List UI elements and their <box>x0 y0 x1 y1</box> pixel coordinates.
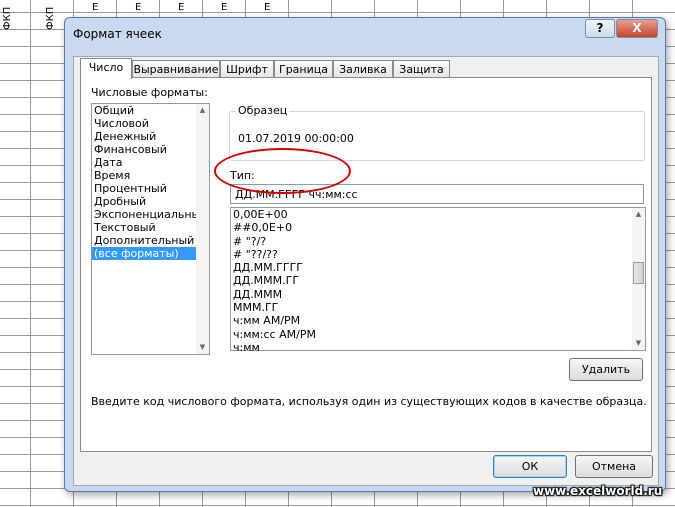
format-item-custom[interactable]: (все форматы) <box>92 247 198 260</box>
tab-alignment[interactable]: Выравнивание <box>132 60 220 78</box>
close-button[interactable]: X <box>616 19 658 38</box>
format-item-general[interactable]: Общий <box>92 104 209 117</box>
dialog-title: Формат ячеек <box>73 27 162 41</box>
tab-protection[interactable]: Защита <box>393 60 450 78</box>
format-cells-dialog: Формат ячеек ? X Число Выравнивание Шриф… <box>64 17 666 492</box>
sample-label: Образец <box>236 104 290 117</box>
format-code-item[interactable]: # "??/?? <box>231 248 645 261</box>
annotation-ellipse <box>214 148 351 194</box>
format-item-number[interactable]: Числовой <box>92 117 209 130</box>
format-hint-text: Введите код числового формата, используя… <box>91 395 647 408</box>
delete-button[interactable]: Удалить <box>569 358 643 381</box>
sample-value: 01.07.2019 00:00:00 <box>238 132 354 145</box>
format-item-fraction[interactable]: Дробный <box>92 195 209 208</box>
format-code-item[interactable]: ДД.МММ <box>231 288 645 301</box>
tab-border[interactable]: Граница <box>274 60 333 78</box>
format-item-percentage[interactable]: Процентный <box>92 182 209 195</box>
format-code-item[interactable]: ч:мм:сс AM/PM <box>231 328 645 341</box>
codes-list-scrollbar[interactable]: ▲ ▼ <box>632 208 645 350</box>
dialog-client-area: Число Выравнивание Шрифт Граница Заливка… <box>73 56 659 486</box>
format-code-item[interactable]: МММ.ГГ <box>231 301 645 314</box>
scroll-up-icon[interactable]: ▲ <box>632 208 645 221</box>
format-codes-list[interactable]: 0,00E+00 ##0,0E+0 # "?/? # "??/?? ДД.ММ.… <box>230 207 646 354</box>
format-item-date[interactable]: Дата <box>92 156 209 169</box>
site-watermark: www.excelworld.ru <box>533 484 663 498</box>
help-button[interactable]: ? <box>585 19 615 38</box>
number-formats-label: Числовые форматы: <box>91 86 208 99</box>
format-code-item[interactable]: ч:мм <box>231 341 645 354</box>
scroll-down-icon[interactable]: ▼ <box>632 337 645 350</box>
format-code-item[interactable]: ДД.МММ.ГГ <box>231 274 645 287</box>
scroll-down-icon[interactable]: ▼ <box>196 341 209 354</box>
format-code-item[interactable]: ДД.ММ.ГГГГ <box>231 261 645 274</box>
format-code-item[interactable]: ##0,0E+0 <box>231 221 645 234</box>
tab-number[interactable]: Число <box>80 58 132 79</box>
number-tab-panel: Числовые форматы: Общий Числовой Денежны… <box>80 77 652 452</box>
format-item-text[interactable]: Текстовый <box>92 221 209 234</box>
scroll-up-icon[interactable]: ▲ <box>196 104 209 117</box>
format-item-accounting[interactable]: Финансовый <box>92 143 209 156</box>
number-formats-list[interactable]: Общий Числовой Денежный Финансовый Дата … <box>91 103 210 355</box>
format-item-scientific[interactable]: Экспоненциальный <box>92 208 209 221</box>
format-item-special[interactable]: Дополнительный <box>92 234 209 247</box>
tab-fill[interactable]: Заливка <box>333 60 393 78</box>
format-code-item[interactable]: ч:мм AM/PM <box>231 314 645 327</box>
format-item-currency[interactable]: Денежный <box>92 130 209 143</box>
format-code-item[interactable]: # "?/? <box>231 235 645 248</box>
format-item-time[interactable]: Время <box>92 169 209 182</box>
scroll-thumb[interactable] <box>633 262 644 284</box>
tab-font[interactable]: Шрифт <box>220 60 274 78</box>
format-code-item[interactable]: 0,00E+00 <box>231 208 645 221</box>
cancel-button[interactable]: Отмена <box>575 455 653 478</box>
column-header-fkp-1: ФКП <box>2 6 13 30</box>
ok-button[interactable]: ОК <box>493 455 567 478</box>
formats-list-scrollbar[interactable]: ▲ ▼ <box>196 104 209 354</box>
